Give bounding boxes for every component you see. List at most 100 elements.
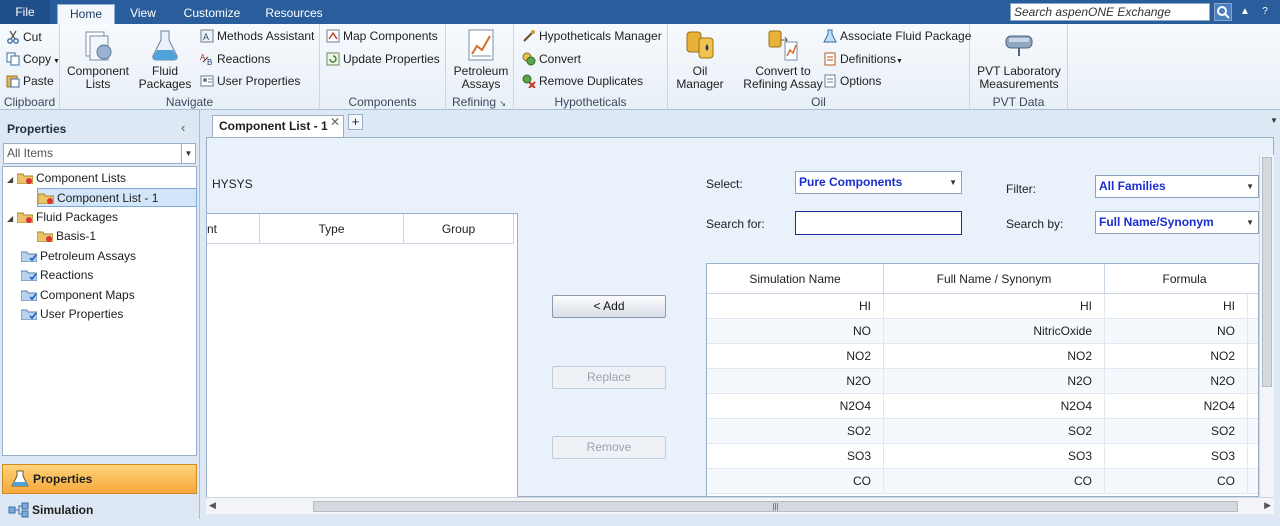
- tab-view[interactable]: View: [122, 4, 164, 24]
- nav-properties-button[interactable]: Properties: [2, 464, 197, 494]
- cell-full-name[interactable]: HI: [884, 294, 1105, 319]
- header-formula[interactable]: Formula: [1105, 264, 1258, 294]
- tab-home[interactable]: Home: [57, 4, 115, 24]
- oil-manager-button[interactable]: Oil Manager: [670, 28, 730, 91]
- cell-full-name[interactable]: NitricOxide: [884, 319, 1105, 344]
- search-by-dropdown[interactable]: Full Name/Synonym ▼: [1095, 211, 1259, 234]
- cell-simulation-name[interactable]: NO: [707, 319, 884, 344]
- cell-simulation-name[interactable]: CO: [707, 469, 884, 494]
- search-icon[interactable]: [1214, 3, 1232, 21]
- petroleum-assays-button[interactable]: Petroleum Assays: [450, 28, 512, 91]
- methods-assistant-button[interactable]: A Methods Assistant: [200, 26, 314, 46]
- tree-item-component-maps[interactable]: Component Maps: [20, 286, 135, 305]
- scroll-right-icon[interactable]: ▶: [1264, 500, 1271, 511]
- cell-formula[interactable]: N2O4: [1105, 394, 1248, 419]
- tree-item-user-properties[interactable]: User Properties: [20, 305, 123, 324]
- map-components-button[interactable]: Map Components: [326, 26, 438, 46]
- nav-simulation-button[interactable]: Simulation: [2, 498, 197, 522]
- tree-item-petroleum-assays[interactable]: Petroleum Assays: [20, 247, 136, 266]
- cell-simulation-name[interactable]: N2O4: [707, 394, 884, 419]
- cell-full-name[interactable]: N2O4: [884, 394, 1105, 419]
- cell-formula[interactable]: N2O: [1105, 369, 1248, 394]
- add-button[interactable]: < Add: [552, 295, 666, 318]
- collapse-panel-icon[interactable]: ‹: [181, 120, 185, 135]
- table-row[interactable]: NO NitricOxide NO: [707, 319, 1258, 344]
- hypotheticals-manager-button[interactable]: Hypotheticals Manager: [522, 26, 662, 46]
- table-row[interactable]: CO CO CO: [707, 469, 1258, 494]
- remove-button[interactable]: Remove: [552, 436, 666, 459]
- cell-simulation-name[interactable]: HI: [707, 294, 884, 319]
- cell-simulation-name[interactable]: SO3: [707, 444, 884, 469]
- header-cell[interactable]: nt: [207, 214, 260, 244]
- selected-components-table[interactable]: nt Type Group: [206, 213, 518, 503]
- cell-formula[interactable]: NO: [1105, 319, 1248, 344]
- cell-simulation-name[interactable]: SO2: [707, 419, 884, 444]
- help-icon[interactable]: ?: [1258, 5, 1272, 19]
- tab-component-list-1[interactable]: Component List - 1: [212, 115, 344, 137]
- tree-item-component-lists[interactable]: ◢ Component Lists: [7, 169, 126, 188]
- scroll-left-icon[interactable]: ◀: [209, 500, 216, 511]
- cell-formula[interactable]: HI: [1105, 294, 1248, 319]
- exchange-search-input[interactable]: Search aspenONE Exchange: [1010, 3, 1210, 21]
- cell-simulation-name[interactable]: N2O: [707, 369, 884, 394]
- expanded-icon[interactable]: ◢: [7, 209, 17, 228]
- chevron-down-icon[interactable]: ▼: [181, 144, 195, 163]
- expanded-icon[interactable]: ◢: [7, 170, 17, 189]
- table-row[interactable]: HI HI HI: [707, 294, 1258, 319]
- cell-full-name[interactable]: CO: [884, 469, 1105, 494]
- cell-simulation-name[interactable]: NO2: [707, 344, 884, 369]
- user-properties-button[interactable]: User Properties: [200, 71, 300, 91]
- cell-formula[interactable]: SO3: [1105, 444, 1248, 469]
- paste-button[interactable]: Paste: [6, 71, 54, 91]
- header-cell[interactable]: Type: [260, 214, 404, 244]
- fluid-packages-button[interactable]: Fluid Packages: [136, 28, 194, 91]
- cell-full-name[interactable]: SO2: [884, 419, 1105, 444]
- tab-file[interactable]: File: [0, 0, 50, 24]
- table-row[interactable]: NO2 NO2 NO2: [707, 344, 1258, 369]
- filter-dropdown[interactable]: All Families ▼: [1095, 175, 1259, 198]
- tab-customize[interactable]: Customize: [178, 4, 246, 24]
- search-for-input[interactable]: [795, 211, 962, 235]
- cell-formula[interactable]: NO2: [1105, 344, 1248, 369]
- cell-formula[interactable]: SO2: [1105, 419, 1248, 444]
- options-button[interactable]: Options: [823, 71, 881, 91]
- table-row[interactable]: N2O N2O N2O: [707, 369, 1258, 394]
- tab-resources[interactable]: Resources: [262, 4, 326, 24]
- table-row[interactable]: SO3 SO3 SO3: [707, 444, 1258, 469]
- cut-button[interactable]: Cut: [6, 27, 42, 47]
- update-properties-button[interactable]: Update Properties: [326, 49, 440, 69]
- tree-item-basis-1[interactable]: Basis-1: [36, 227, 96, 246]
- associate-fluid-package-button[interactable]: Associate Fluid Package: [823, 26, 971, 46]
- convert-button[interactable]: Convert: [522, 49, 581, 69]
- reactions-button[interactable]: A B Reactions: [200, 49, 270, 69]
- items-filter-select[interactable]: All Items ▼: [3, 143, 196, 164]
- cell-full-name[interactable]: SO3: [884, 444, 1105, 469]
- header-full-name[interactable]: Full Name / Synonym: [884, 264, 1105, 294]
- convert-refining-assay-button[interactable]: Convert to Refining Assay: [738, 28, 828, 91]
- header-cell[interactable]: Group: [404, 214, 514, 244]
- select-dropdown[interactable]: Pure Components ▼: [795, 171, 962, 194]
- scroll-thumb[interactable]: [1262, 157, 1272, 387]
- tab-list-chevron-icon[interactable]: ▼: [1270, 116, 1278, 125]
- definitions-button[interactable]: Definitions▼: [823, 49, 903, 69]
- cell-formula[interactable]: CO: [1105, 469, 1248, 494]
- table-row[interactable]: SO2 SO2 SO2: [707, 419, 1258, 444]
- tree-item-component-list-1[interactable]: Component List - 1: [37, 188, 197, 207]
- replace-button[interactable]: Replace: [552, 366, 666, 389]
- component-lists-button[interactable]: Component Lists: [64, 28, 132, 91]
- tree-item-reactions[interactable]: Reactions: [20, 266, 93, 285]
- close-icon[interactable]: ✕: [330, 115, 340, 129]
- horizontal-scrollbar[interactable]: ◀ ||| ▶: [206, 497, 1274, 514]
- cell-full-name[interactable]: NO2: [884, 344, 1105, 369]
- pvt-lab-measurements-button[interactable]: PVT Laboratory Measurements: [974, 28, 1064, 91]
- add-tab-button[interactable]: +: [348, 114, 363, 130]
- table-row[interactable]: N2O4 N2O4 N2O4: [707, 394, 1258, 419]
- header-simulation-name[interactable]: Simulation Name: [707, 264, 884, 294]
- scroll-thumb[interactable]: |||: [313, 501, 1238, 512]
- tree-item-fluid-packages[interactable]: ◢ Fluid Packages: [7, 208, 118, 227]
- vertical-scrollbar[interactable]: [1259, 155, 1274, 497]
- copy-button[interactable]: Copy ▼: [6, 49, 60, 69]
- available-components-table[interactable]: Simulation Name Full Name / Synonym Form…: [706, 263, 1259, 497]
- cell-full-name[interactable]: N2O: [884, 369, 1105, 394]
- dialog-launcher-icon[interactable]: ↘: [499, 99, 506, 108]
